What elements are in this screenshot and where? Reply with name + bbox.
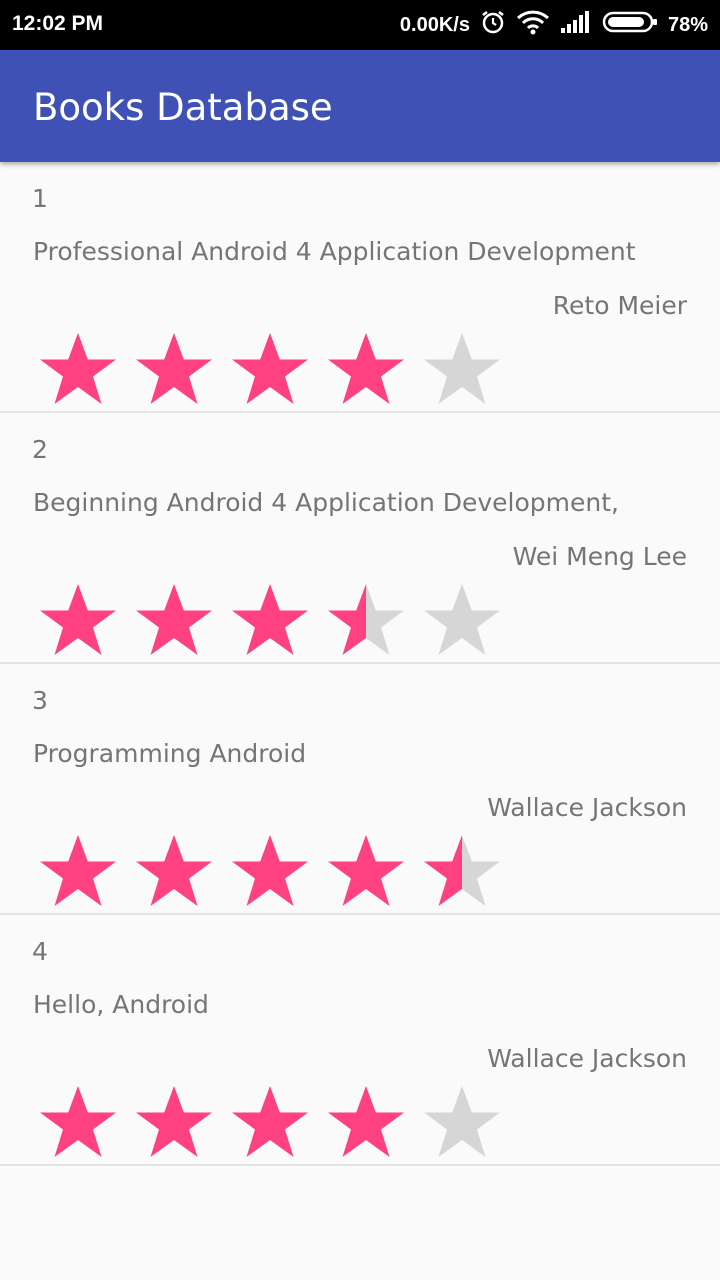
book-id: 4 <box>32 937 48 966</box>
rating-bar[interactable] <box>38 582 502 662</box>
star-icon <box>422 582 502 662</box>
rating-bar[interactable] <box>38 331 502 411</box>
battery-percent: 78% <box>667 13 708 36</box>
book-item[interactable]: 2 Beginning Android 4 Application Develop… <box>0 413 720 664</box>
star-icon <box>134 1084 214 1164</box>
rating-bar[interactable] <box>38 833 502 913</box>
app-title: Books Database <box>33 86 333 129</box>
rating-bar[interactable] <box>38 1084 502 1164</box>
star-icon <box>134 331 214 411</box>
star-icon <box>230 833 310 913</box>
star-icon <box>134 833 214 913</box>
net-speed: 0.00K/s <box>399 13 470 36</box>
status-time: 12:02 PM <box>12 12 104 35</box>
signal-icon <box>560 10 592 40</box>
wifi-icon <box>516 9 550 41</box>
star-icon <box>230 582 310 662</box>
star-icon <box>326 1084 406 1164</box>
book-author: Wei Meng Lee <box>512 542 687 571</box>
book-author: Wallace Jackson <box>487 793 687 822</box>
star-icon <box>422 833 502 913</box>
book-list[interactable]: 1 Professional Android 4 Application Deve… <box>0 162 720 1166</box>
book-title: Beginning Android 4 Application Developm… <box>33 488 619 517</box>
star-icon <box>38 331 118 411</box>
book-author: Reto Meier <box>552 291 687 320</box>
star-icon <box>422 1084 502 1164</box>
battery-icon <box>602 10 658 40</box>
book-item[interactable]: 1 Professional Android 4 Application Deve… <box>0 162 720 413</box>
star-icon <box>230 331 310 411</box>
star-icon <box>38 582 118 662</box>
book-id: 2 <box>32 435 48 464</box>
book-item[interactable]: 4 Hello, Android Wallace Jackson <box>0 915 720 1166</box>
star-icon <box>326 833 406 913</box>
star-icon <box>38 833 118 913</box>
star-icon <box>230 1084 310 1164</box>
alarm-icon <box>480 9 506 41</box>
book-author: Wallace Jackson <box>487 1044 687 1073</box>
app-bar: Books Database <box>0 50 720 162</box>
book-title: Programming Android <box>33 739 307 768</box>
book-item[interactable]: 3 Programming Android Wallace Jackson <box>0 664 720 915</box>
status-bar: 12:02 PM 0.00K/s 78% <box>0 0 720 50</box>
book-title: Hello, Android <box>33 990 209 1019</box>
star-icon <box>326 582 406 662</box>
book-id: 3 <box>32 686 48 715</box>
star-icon <box>38 1084 118 1164</box>
book-id: 1 <box>32 184 48 213</box>
status-right: 0.00K/s 78% <box>399 9 708 41</box>
star-icon <box>422 331 502 411</box>
book-title: Professional Android 4 Application Devel… <box>33 237 636 266</box>
star-icon <box>134 582 214 662</box>
star-icon <box>326 331 406 411</box>
